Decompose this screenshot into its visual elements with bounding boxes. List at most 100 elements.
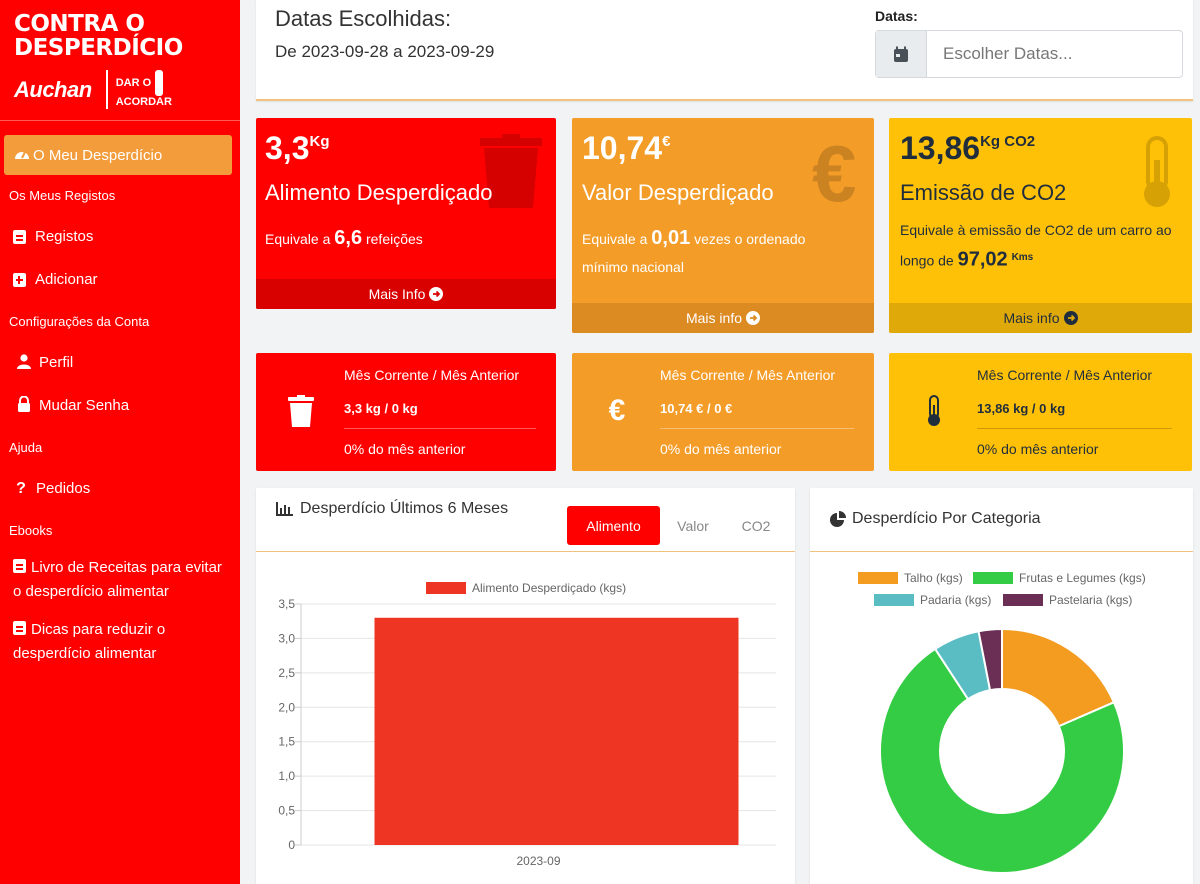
- stat-label: Emissão de CO2: [900, 180, 1067, 205]
- more-info-link[interactable]: Mais info: [572, 303, 874, 333]
- sidebar-header-registos: Os Meus Registos: [9, 187, 116, 203]
- tab-co2[interactable]: CO2: [732, 506, 780, 545]
- plus-square-icon: [13, 272, 26, 287]
- pie-chart: Talho (kgs) Frutas e Legumes (kgs) Padaria…: [858, 571, 1146, 874]
- stat-box-food: 3,3Kg Alimento Desperdiçado Equivale a 6…: [256, 118, 556, 309]
- y-tick-label: 2,5: [278, 666, 295, 680]
- y-tick-label: 1,5: [278, 735, 295, 749]
- stat-label: Valor Desperdiçado: [582, 180, 774, 205]
- dates-title: Datas Escolhidas:: [275, 6, 452, 31]
- compare-value: 13,86 kg / 0 kg: [977, 401, 1066, 416]
- lock-icon: [16, 395, 32, 415]
- date-input-field[interactable]: Escolher Datas...: [927, 31, 1182, 77]
- compare-progress: [660, 428, 854, 429]
- arrow-right-icon: [429, 287, 444, 301]
- sidebar-item-registos[interactable]: Registos: [0, 215, 240, 258]
- bar: [374, 617, 739, 845]
- compare-box-value: € Mês Corrente / Mês Anterior 10,74 € / …: [572, 353, 874, 471]
- card-title: Desperdício Últimos 6 Meses: [276, 500, 508, 518]
- compare-percent: 0% do mês anterior: [977, 441, 1099, 457]
- card-header: Desperdício Por Categoria: [810, 488, 1193, 552]
- book-icon: [13, 621, 26, 635]
- compare-box-food: Mês Corrente / Mês Anterior 3,3 kg / 0 k…: [256, 353, 556, 471]
- sidebar-item-dicas[interactable]: Dicas para reduzir o desperdício aliment…: [0, 612, 240, 674]
- sidebar-item-livro-receitas[interactable]: Livro de Receitas para evitar o desperdí…: [0, 550, 240, 612]
- arrow-right-icon: [746, 311, 761, 325]
- tab-valor[interactable]: Valor: [666, 506, 720, 545]
- date-panel: Datas Escolhidas: De 2023-09-28 a 2023-0…: [256, 0, 1193, 101]
- bar-chart-card: Desperdício Últimos 6 Meses Alimento Val…: [256, 488, 795, 884]
- book-icon: [13, 559, 26, 573]
- stat-description: Equivale a 6,6 refeições: [265, 227, 423, 249]
- compare-value: 10,74 € / 0 €: [660, 401, 733, 416]
- stat-box-value: € 10,74€ Valor Desperdiçado Equivale a 0…: [572, 118, 874, 333]
- thermometer-icon: [1144, 136, 1170, 207]
- y-tick-label: 0: [288, 838, 295, 852]
- sidebar-item-adicionar[interactable]: Adicionar: [0, 258, 240, 301]
- pie-chart-card: Desperdício Por Categoria Talho (kgs) Fru…: [810, 488, 1193, 884]
- legend-label: Frutas e Legumes (kgs): [1019, 571, 1146, 585]
- sidebar-item-o-meu-desperdicio[interactable]: O Meu Desperdício: [4, 135, 232, 175]
- sidebar-header-configuracoes: Configurações da Conta: [9, 313, 150, 329]
- pie-chart-icon: [830, 511, 846, 527]
- list-icon: [13, 229, 26, 244]
- compare-title: Mês Corrente / Mês Anterior: [344, 367, 520, 383]
- stat-value: 3,3Kg: [265, 130, 330, 166]
- auchan-logo: Auchan: [14, 76, 92, 102]
- more-info-link[interactable]: Mais Info: [256, 279, 556, 309]
- arrow-right-icon: [1063, 311, 1078, 325]
- legend-swatch: [1003, 594, 1043, 606]
- stat-box-co2: 13,86Kg CO2 Emissão de CO2 Equivale à em…: [889, 118, 1192, 333]
- dates-label: Datas:: [875, 8, 918, 24]
- stat-value: 13,86Kg CO2: [900, 130, 1036, 166]
- sidebar-item-pedidos[interactable]: ? Pedidos: [0, 467, 240, 510]
- logo-line1: CONTRA O: [14, 11, 145, 37]
- calendar-icon[interactable]: [876, 31, 927, 77]
- legend-swatch: [426, 582, 466, 594]
- compare-value: 3,3 kg / 0 kg: [344, 401, 418, 416]
- sidebar-item-mudar-senha[interactable]: Mudar Senha: [0, 384, 240, 427]
- logo[interactable]: CONTRA O DESPERDÍCIO Auchan DAR O ACORDA…: [0, 0, 240, 120]
- card-header: Desperdício Últimos 6 Meses Alimento Val…: [256, 488, 795, 552]
- stat-label: Alimento Desperdiçado: [265, 180, 493, 205]
- user-icon: [16, 353, 32, 372]
- y-tick-label: 1,0: [278, 769, 295, 783]
- trash-icon: [286, 393, 316, 429]
- sidebar-header-ebooks: Ebooks: [9, 522, 53, 538]
- y-tick-label: 0,5: [278, 804, 295, 818]
- more-info-link[interactable]: Mais info: [889, 303, 1192, 333]
- sidebar-header-ajuda: Ajuda: [9, 439, 43, 455]
- y-tick-label: 2,0: [278, 700, 295, 714]
- tab-alimento[interactable]: Alimento: [567, 506, 660, 545]
- card-title: Desperdício Por Categoria: [830, 510, 1041, 528]
- legend-swatch: [874, 594, 914, 606]
- dates-range: De 2023-09-28 a 2023-09-29: [275, 42, 495, 61]
- compare-percent: 0% do mês anterior: [344, 441, 466, 457]
- logo-line2: DESPERDÍCIO: [14, 35, 183, 61]
- compare-title: Mês Corrente / Mês Anterior: [977, 367, 1153, 383]
- dar-o-acordar-logo: DAR O ACORDAR: [105, 70, 172, 109]
- euro-icon: €: [608, 394, 626, 427]
- compare-progress: [977, 428, 1172, 429]
- sidebar: CONTRA O DESPERDÍCIO Auchan DAR O ACORDA…: [0, 0, 240, 884]
- y-tick-label: 3,5: [278, 597, 295, 611]
- thermometer-icon: [919, 393, 949, 429]
- stat-value: 10,74€: [582, 130, 671, 166]
- dashboard-icon: [14, 147, 30, 163]
- bar-chart-icon: [276, 502, 293, 516]
- legend-swatch: [973, 572, 1013, 584]
- sidebar-divider: [0, 120, 240, 121]
- stat-description: Equivale a 0,01 vezes o ordenado mínimo …: [582, 227, 806, 275]
- compare-box-co2: Mês Corrente / Mês Anterior 13,86 kg / 0…: [889, 353, 1192, 471]
- date-picker[interactable]: Escolher Datas...: [875, 30, 1183, 78]
- legend-label: Padaria (kgs): [920, 593, 991, 607]
- sidebar-item-perfil[interactable]: Perfil: [0, 341, 240, 384]
- legend-label: Pastelaria (kgs): [1049, 593, 1132, 607]
- euro-icon: €: [812, 129, 857, 218]
- legend-label: Talho (kgs): [904, 571, 963, 585]
- bar-chart: Alimento Desperdiçado (kgs) 0 0,5 1,0 1,5 2,0…: [278, 581, 776, 868]
- compare-percent: 0% do mês anterior: [660, 441, 782, 457]
- legend-swatch: [858, 572, 898, 584]
- compare-progress: [344, 428, 536, 429]
- sidebar-item-label: O Meu Desperdício: [33, 146, 163, 164]
